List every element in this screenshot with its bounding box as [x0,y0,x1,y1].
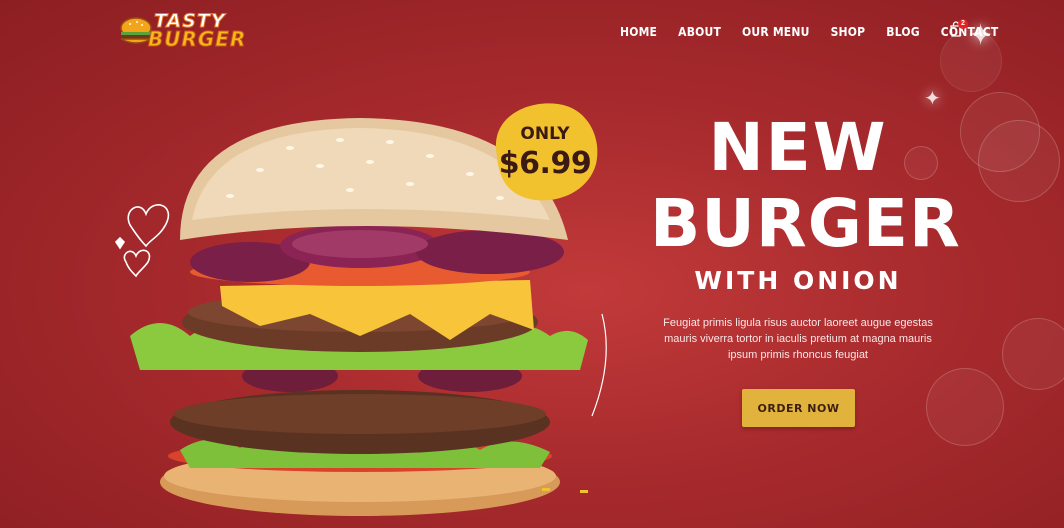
cart-count-badge: 2 [958,19,968,29]
brand-logo[interactable]: TASTY BURGER [118,10,246,54]
nav-home[interactable]: HOME [620,25,657,39]
nav-our-menu[interactable]: OUR MENU [742,25,810,39]
sparkle-icon: ✦ [924,88,941,110]
nav-about[interactable]: ABOUT [678,25,721,39]
bokeh-light [1002,318,1064,390]
hero-title-line1: NEW [708,109,888,186]
hero-description: Feugiat primis ligula risus auctor laore… [663,317,933,361]
hero-title-line2: BURGER [650,185,961,262]
bokeh-light [978,120,1060,202]
bokeh-light [926,368,1004,446]
brand-name-bottom: BURGER [147,27,247,52]
price-label: ONLY [520,124,570,144]
price-value: $6.99 [498,146,592,181]
hearts-doodle-icon [114,204,170,278]
nav-blog[interactable]: BLOG [886,25,920,39]
hero-subtitle: WITH ONION [694,266,902,295]
order-now-button[interactable]: ORDER NOW [742,389,855,427]
nav-shop[interactable]: SHOP [831,25,866,39]
